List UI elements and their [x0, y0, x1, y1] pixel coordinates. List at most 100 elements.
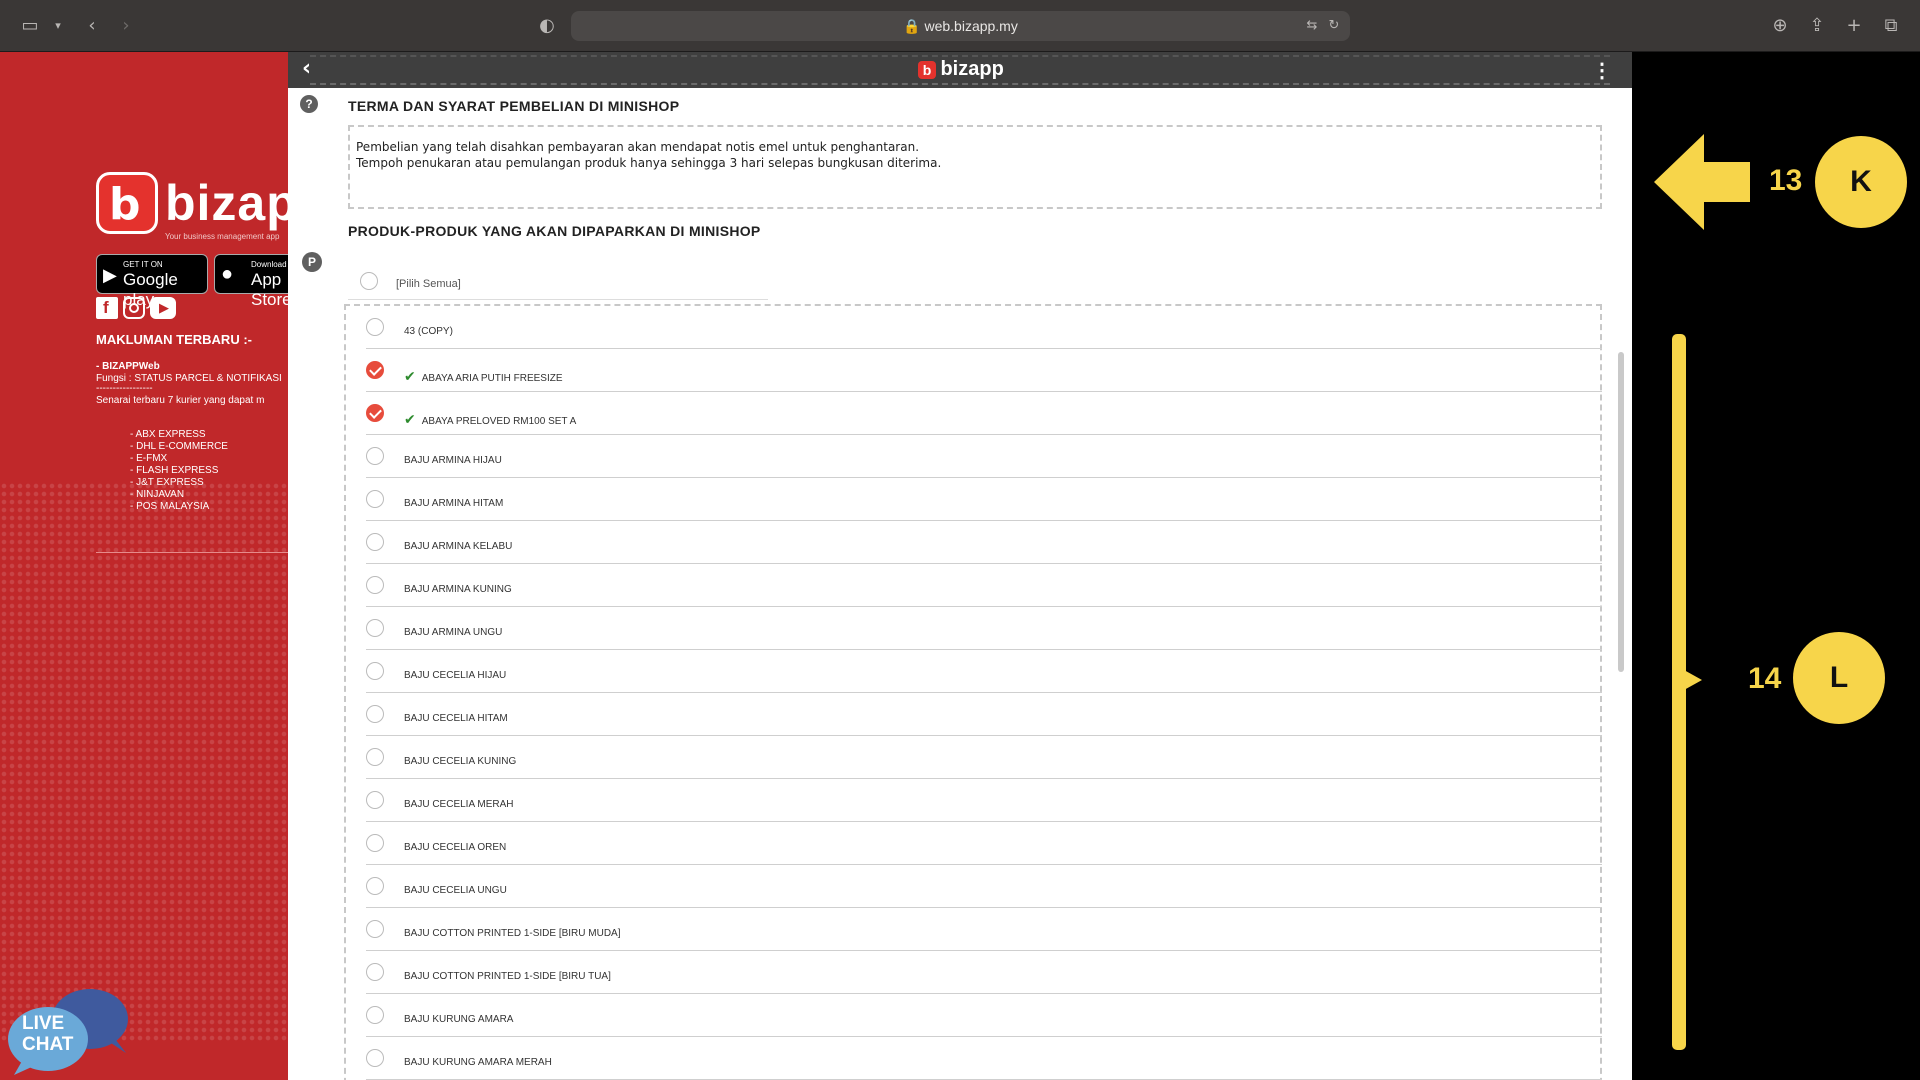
product-row[interactable]: BAJU COTTON PRINTED 1-SIDE [BIRU TUA] — [366, 951, 1602, 994]
select-all-row[interactable]: [Pilih Semua] — [348, 268, 768, 300]
product-name-text: BAJU CECELIA HIJAU — [404, 670, 507, 681]
product-name-text: BAJU ARMINA UNGU — [404, 627, 503, 638]
product-radio[interactable] — [366, 705, 384, 723]
instagram-icon[interactable] — [123, 297, 145, 319]
app-topbar: ‹ b bizapp ⋮ — [288, 52, 1632, 88]
product-row[interactable]: BAJU ARMINA UNGU — [366, 607, 1602, 650]
product-list: 43 (COPY) ✔ ABAYA ARIA PUTIH FREESIZE ✔ ABAY… — [344, 304, 1602, 1080]
product-row[interactable]: 43 (COPY) — [366, 306, 1602, 349]
select-all-label: [Pilih Semua] — [396, 278, 461, 290]
product-row[interactable]: BAJU ARMINA KUNING — [366, 564, 1602, 607]
courier-item: - E-FMX — [130, 453, 168, 464]
product-radio[interactable] — [366, 748, 384, 766]
forward-icon[interactable]: › — [114, 14, 138, 38]
product-row[interactable]: BAJU CECELIA HITAM — [366, 693, 1602, 736]
product-radio[interactable] — [366, 318, 384, 336]
product-row[interactable]: ✔ ABAYA PRELOVED RM100 SET A — [366, 392, 1602, 435]
google-play-button[interactable]: ▶ GET IT ON Google play — [96, 254, 208, 309]
product-name: BAJU CECELIA HITAM — [404, 713, 508, 724]
product-name-text: BAJU ARMINA HITAM — [404, 498, 504, 509]
back-icon[interactable]: ‹ — [80, 14, 104, 38]
annotation-circle: L — [1793, 632, 1885, 724]
product-radio[interactable] — [366, 834, 384, 852]
product-radio[interactable] — [366, 877, 384, 895]
product-radio[interactable] — [366, 1006, 384, 1024]
product-name-text: BAJU ARMINA KELABU — [404, 541, 513, 552]
product-radio[interactable] — [366, 490, 384, 508]
product-name-text: BAJU CECELIA KUNING — [404, 756, 517, 767]
product-radio[interactable] — [366, 533, 384, 551]
product-name: BAJU CECELIA MERAH — [404, 799, 513, 810]
product-name-text: BAJU COTTON PRINTED 1-SIDE [BIRU MUDA] — [404, 928, 621, 939]
product-radio[interactable] — [366, 619, 384, 637]
reload-icon[interactable]: ↻ — [1322, 14, 1346, 38]
product-name-text: BAJU CECELIA HITAM — [404, 713, 508, 724]
product-row[interactable]: BAJU CECELIA OREN — [366, 822, 1602, 865]
main-panel: ‹ b bizapp ⋮ ? TERMA DAN SYARAT PEMBELIA… — [288, 52, 1632, 1080]
courier-item: - NINJAVAN — [130, 489, 185, 500]
product-row[interactable]: ✔ ABAYA ARIA PUTIH FREESIZE — [366, 349, 1602, 392]
product-radio[interactable] — [366, 1049, 384, 1067]
new-tab-icon[interactable]: + — [1842, 14, 1866, 38]
annotation-area: 13 K 14 L — [1632, 52, 1920, 1080]
product-name: BAJU ARMINA UNGU — [404, 627, 502, 638]
product-name-text: BAJU CECELIA MERAH — [404, 799, 514, 810]
news-title: MAKLUMAN TERBARU :- — [96, 332, 252, 347]
sidebar-toggle-icon[interactable]: ▭ — [18, 14, 42, 38]
topbar-logo: b bizapp — [918, 58, 1004, 82]
courier-item: - FLASH EXPRESS — [130, 465, 219, 476]
app-store-button[interactable]: ● Download on the App Store — [214, 254, 288, 309]
help-icon[interactable]: ? — [300, 95, 318, 113]
download-icon[interactable]: ⊕ — [1768, 14, 1792, 38]
product-radio[interactable] — [366, 791, 384, 809]
product-row[interactable]: BAJU KURUNG AMARA — [366, 994, 1602, 1037]
address-bar[interactable]: 🔒 web.bizapp.my ⇆ ↻ — [571, 11, 1350, 41]
url-text: web.bizapp.my — [924, 18, 1018, 34]
product-row[interactable]: BAJU ARMINA HIJAU — [366, 435, 1602, 478]
courier-item: - ABX EXPRESS — [130, 429, 206, 440]
scrollbar[interactable] — [1618, 352, 1624, 672]
more-menu-icon[interactable]: ⋮ — [1592, 58, 1612, 83]
product-name-text: ABAYA PRELOVED RM100 SET A — [421, 416, 577, 427]
share-icon[interactable]: ⇪ — [1805, 14, 1829, 38]
apple-icon: ● — [221, 263, 234, 285]
product-row[interactable]: BAJU CECELIA MERAH — [366, 779, 1602, 822]
product-radio[interactable] — [366, 361, 384, 379]
annotation-circle: K — [1815, 136, 1907, 228]
youtube-icon[interactable]: ▶ — [150, 297, 176, 319]
product-name: BAJU KURUNG AMARA — [404, 1014, 513, 1025]
select-all-radio[interactable] — [360, 272, 378, 290]
shield-icon[interactable]: ◐ — [535, 14, 559, 38]
products-title: PRODUK-PRODUK YANG AKAN DIPAPARKAN DI MI… — [348, 223, 761, 239]
product-radio[interactable] — [366, 576, 384, 594]
product-row[interactable]: BAJU CECELIA UNGU — [366, 865, 1602, 908]
facebook-icon[interactable]: f — [96, 297, 118, 319]
product-name-text: 43 (COPY) — [404, 326, 453, 337]
product-row[interactable]: BAJU KURUNG AMARA MERAH — [366, 1037, 1602, 1080]
product-row[interactable]: BAJU ARMINA HITAM — [366, 478, 1602, 521]
bizapp-logo-icon: b — [96, 172, 158, 234]
tab-overview-icon[interactable]: ⧉ — [1879, 14, 1903, 38]
terms-textarea[interactable]: Pembelian yang telah disahkan pembayaran… — [348, 125, 1602, 209]
left-info-panel: b bizapp Your business management app ▶ … — [0, 52, 288, 1080]
product-radio[interactable] — [366, 963, 384, 981]
product-radio[interactable] — [366, 662, 384, 680]
translate-icon[interactable]: ⇆ — [1300, 14, 1324, 38]
product-row[interactable]: BAJU CECELIA HIJAU — [366, 650, 1602, 693]
product-row[interactable]: BAJU ARMINA KELABU — [366, 521, 1602, 564]
chevron-down-icon[interactable]: ▾ — [46, 14, 70, 38]
product-row[interactable]: BAJU COTTON PRINTED 1-SIDE [BIRU MUDA] — [366, 908, 1602, 951]
bizapp-logo-icon: b — [918, 60, 936, 79]
back-button[interactable]: ‹ — [302, 56, 311, 81]
product-radio[interactable] — [366, 920, 384, 938]
app-store-label: App Store — [251, 270, 288, 309]
product-name-text: BAJU CECELIA OREN — [404, 842, 507, 853]
logo-tagline: Your business management app — [165, 232, 280, 241]
product-radio[interactable] — [366, 447, 384, 465]
live-chat-button[interactable]: LIVE CHAT — [8, 983, 128, 1075]
browser-toolbar: ▭ ▾ ‹ › ◐ 🔒 web.bizapp.my ⇆ ↻ ⊕ ⇪ + ⧉ — [0, 0, 1920, 52]
bracket-icon — [1672, 334, 1702, 1050]
courier-item: - J&T EXPRESS — [130, 477, 204, 488]
product-row[interactable]: BAJU CECELIA KUNING — [366, 736, 1602, 779]
product-radio[interactable] — [366, 404, 384, 422]
